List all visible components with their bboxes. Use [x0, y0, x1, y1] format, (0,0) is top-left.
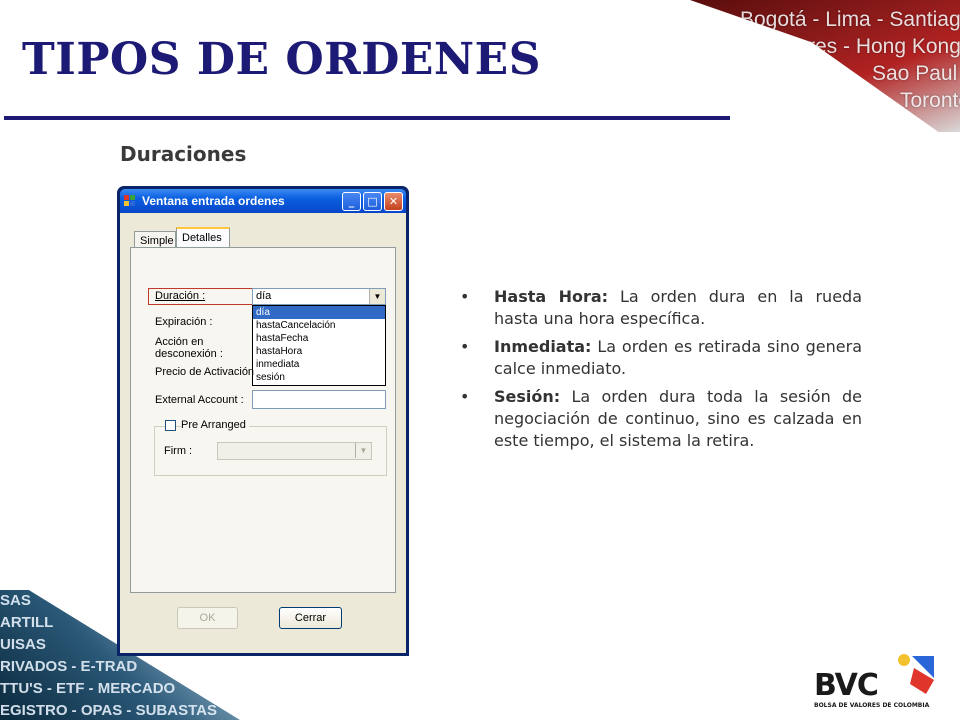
- duracion-option[interactable]: sesión: [253, 371, 385, 384]
- banner-city-line: Toronto: [900, 89, 960, 112]
- bullet-dot-icon: •: [460, 337, 470, 356]
- duracion-dropdown-list[interactable]: día hastaCancelación hastaFecha hastaHor…: [252, 305, 386, 386]
- tab-simple[interactable]: Simple: [134, 231, 176, 248]
- ticker-line: ARTILL: [0, 614, 54, 631]
- close-button[interactable]: ✕: [384, 191, 403, 211]
- definition-term: Hasta Hora:: [494, 287, 609, 306]
- bvc-logo: BVC BOLSA DE VALORES DE COLOMBIA: [814, 650, 944, 716]
- ticker-line: UISAS: [0, 636, 46, 653]
- banner-city-line: Sao Paul: [872, 62, 958, 85]
- pre-arranged-label: Pre Arranged: [181, 419, 249, 431]
- list-item: • Sesión: La orden dura toda la sesión d…: [456, 386, 862, 452]
- duracion-label: Duración :: [155, 290, 206, 302]
- duracion-option[interactable]: inmediata: [253, 358, 385, 371]
- external-account-input[interactable]: [252, 390, 386, 409]
- logo-wordmark: BVC: [814, 668, 879, 703]
- external-account-label: External Account :: [155, 394, 244, 406]
- duracion-option[interactable]: hastaFecha: [253, 332, 385, 345]
- ticker-line: EGISTRO - OPAS - SUBASTAS: [0, 702, 217, 719]
- tab-detalles-label: Detalles: [182, 232, 222, 244]
- logo-tagline: BOLSA DE VALORES DE COLOMBIA: [814, 702, 930, 709]
- minimize-button[interactable]: _: [342, 191, 361, 211]
- duracion-select[interactable]: día ▼: [252, 288, 386, 305]
- ticker-line: SAS: [0, 592, 31, 609]
- detalles-panel: Duración : día ▼ día hastaCancelación ha…: [130, 247, 396, 593]
- precio-activacion-label: Precio de Activación: [155, 366, 255, 378]
- ticker-line: TTU'S - ETF - MERCADO: [0, 680, 176, 697]
- order-entry-window: Ventana entrada ordenes _ □ ✕ Simple Det…: [117, 186, 409, 656]
- firm-select[interactable]: ▼: [217, 442, 372, 460]
- duracion-option[interactable]: hastaCancelación: [253, 319, 385, 332]
- cities-banner-graphic: Bogotá - Lima - Santiag res - Hong Kong …: [690, 0, 960, 132]
- bullet-dot-icon: •: [460, 287, 470, 306]
- firm-label: Firm :: [164, 445, 193, 457]
- slide-subtitle: Duraciones: [120, 142, 247, 166]
- banner-city-line: Bogotá - Lima - Santiag: [740, 8, 960, 31]
- window-client-area: Simple Detalles Duración : día ▼ día has…: [120, 213, 406, 653]
- list-item: • Hasta Hora: La orden dura en la rueda …: [456, 286, 862, 330]
- accion-label-line1: Acción en: [155, 336, 204, 348]
- duracion-value: día: [256, 290, 272, 302]
- pre-arranged-checkbox[interactable]: [165, 420, 176, 431]
- window-titlebar[interactable]: Ventana entrada ordenes _ □ ✕: [120, 189, 406, 213]
- accion-label-line2: desconexión :: [155, 348, 223, 360]
- app-icon: [124, 195, 136, 207]
- chevron-down-icon[interactable]: ▼: [355, 443, 371, 458]
- title-underline: [4, 116, 730, 120]
- tab-detalles[interactable]: Detalles: [176, 227, 230, 248]
- definition-term: Sesión:: [494, 387, 561, 406]
- bvc-logo-mark-icon: [898, 654, 934, 694]
- window-title: Ventana entrada ordenes: [142, 194, 285, 208]
- chevron-down-icon[interactable]: ▼: [369, 289, 385, 304]
- definition-term: Inmediata:: [494, 337, 592, 356]
- duracion-option[interactable]: hastaHora: [253, 345, 385, 358]
- maximize-button[interactable]: □: [363, 191, 382, 211]
- slide-title: TIPOS DE ORDENES: [22, 34, 541, 85]
- cerrar-button[interactable]: Cerrar: [279, 607, 342, 629]
- expiracion-label: Expiración :: [155, 316, 213, 328]
- duracion-option[interactable]: día: [253, 306, 385, 319]
- tab-simple-label: Simple: [140, 235, 174, 247]
- ticker-line: RIVADOS - E-TRAD: [0, 658, 138, 675]
- bullet-dot-icon: •: [460, 387, 470, 406]
- banner-city-line: res - Hong Kong: [808, 35, 960, 58]
- list-item: • Inmediata: La orden es retirada sino g…: [456, 336, 862, 380]
- duration-definitions-list: • Hasta Hora: La orden dura en la rueda …: [456, 286, 862, 458]
- ok-button[interactable]: OK: [177, 607, 238, 629]
